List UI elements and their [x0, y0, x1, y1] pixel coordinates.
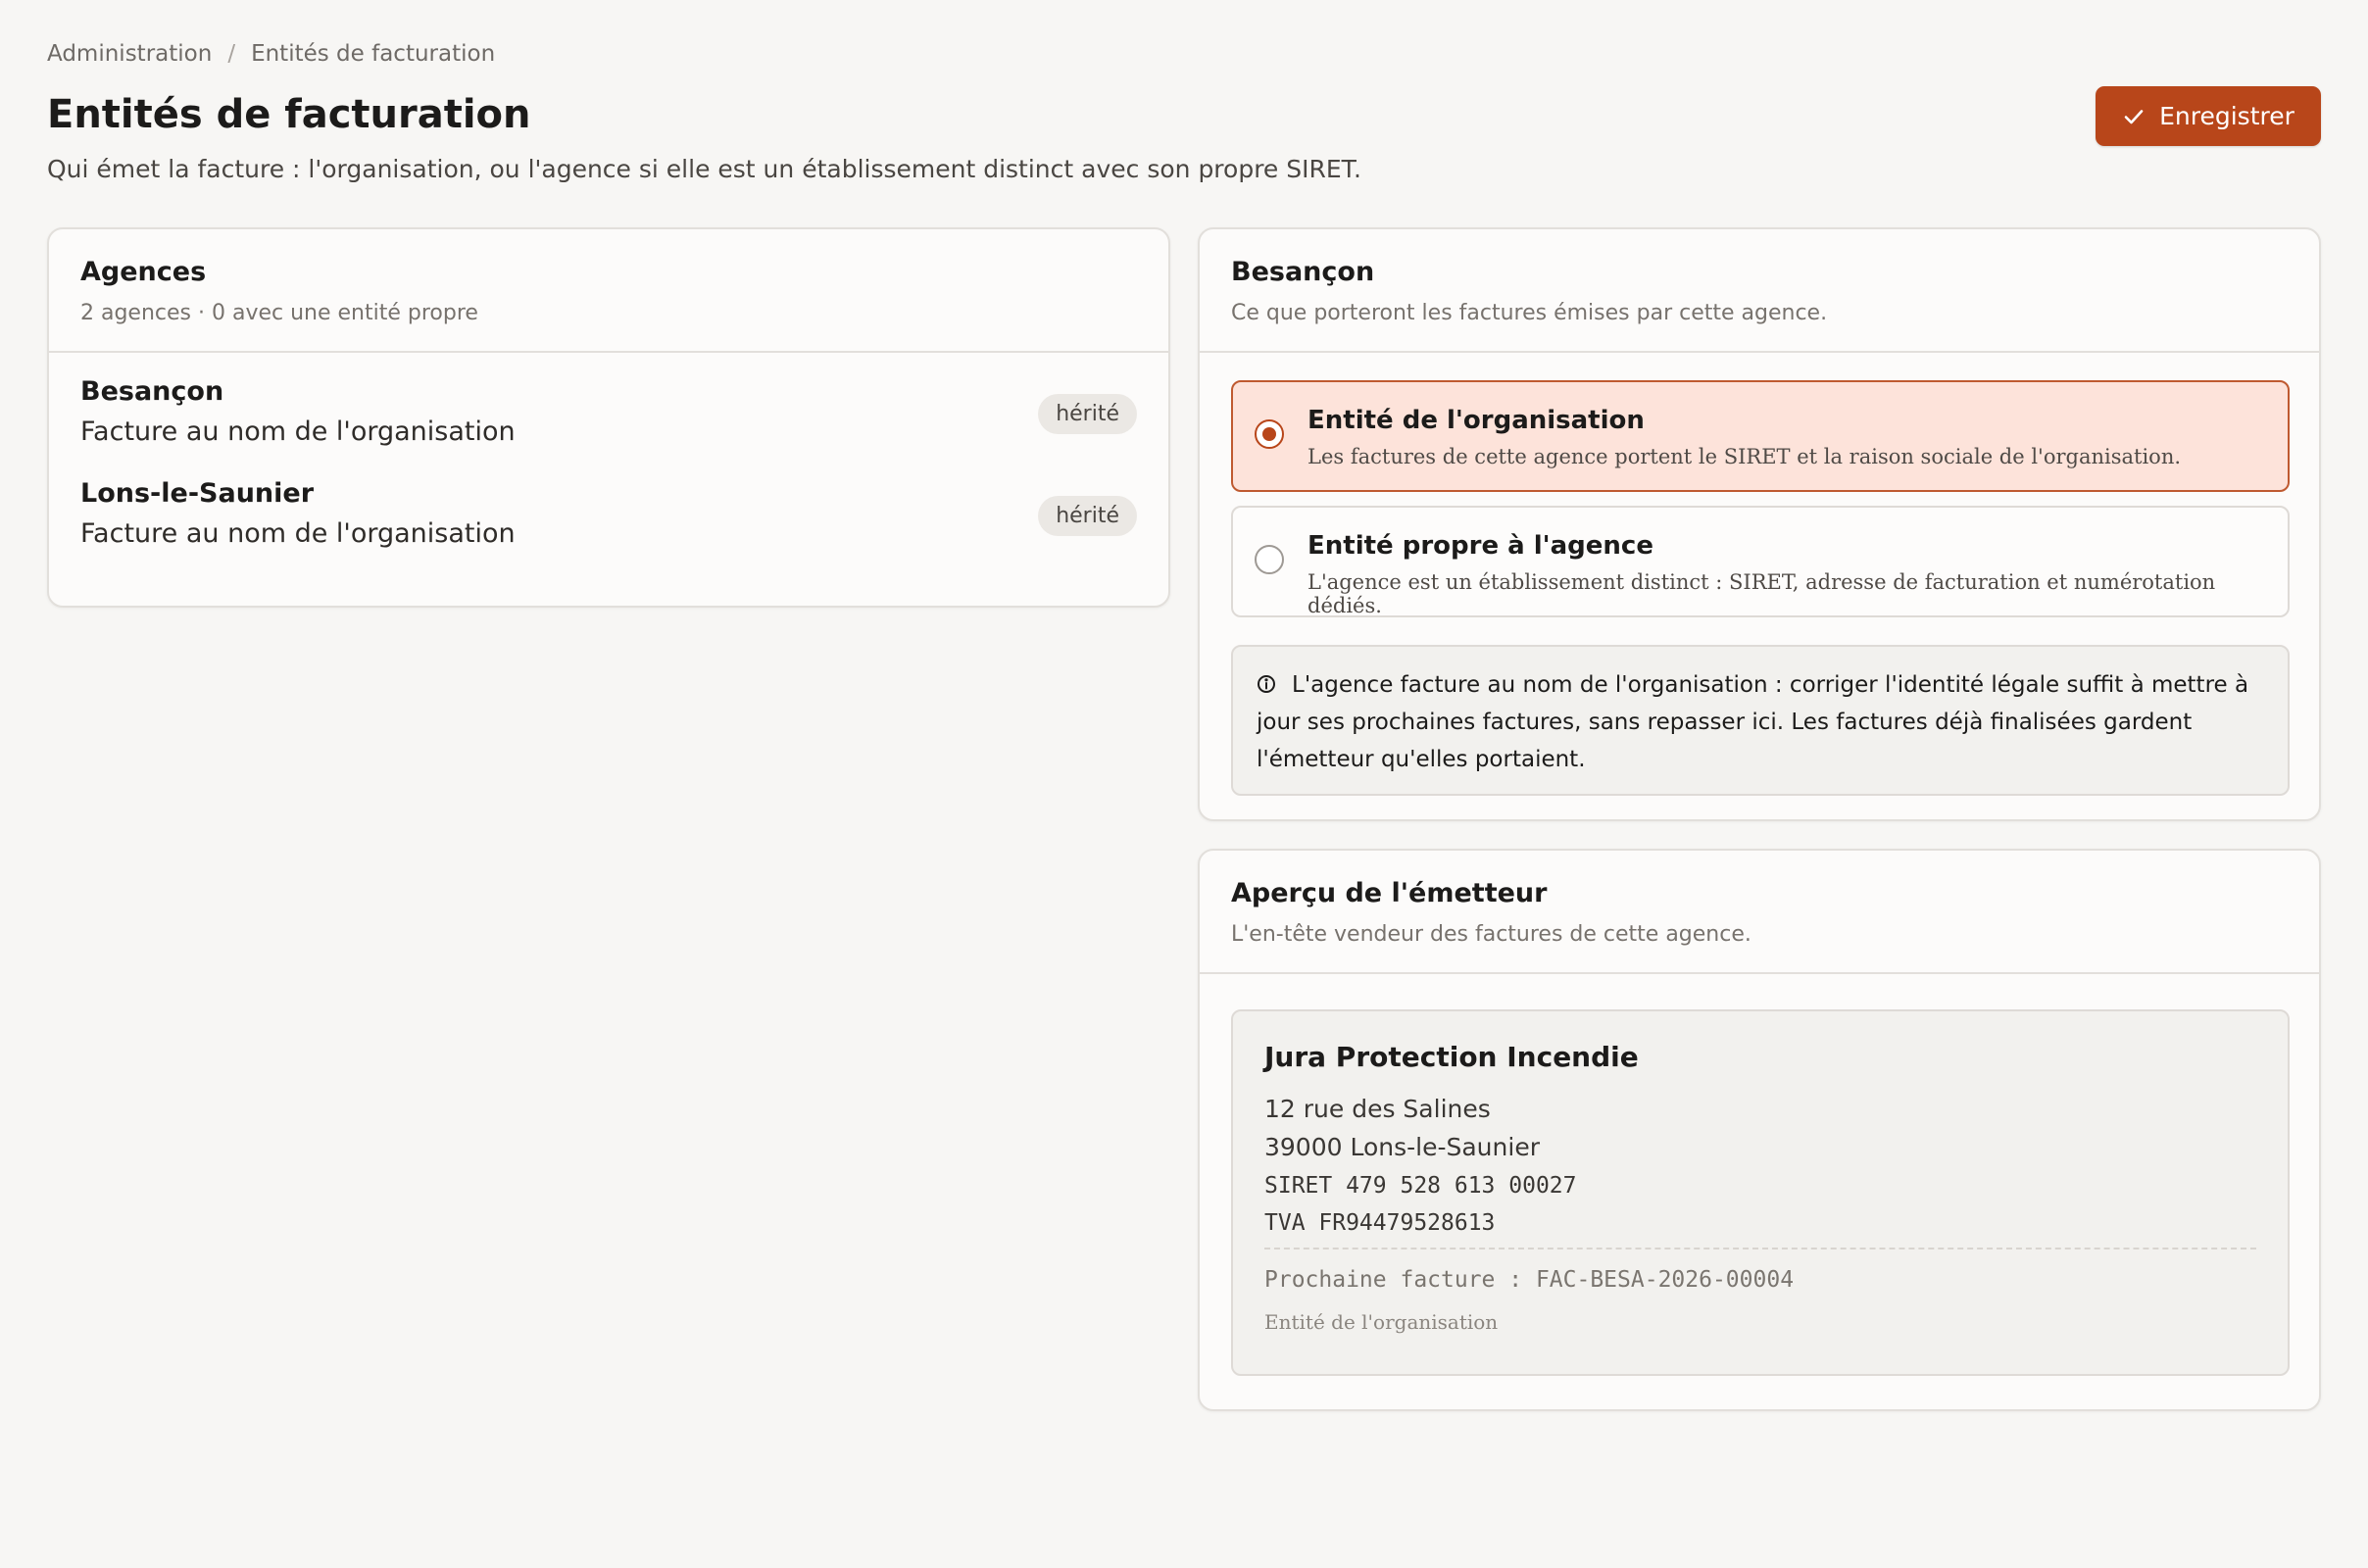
entity-type-note: Entité de l'organisation: [1264, 1310, 1499, 1334]
agencies-card: Agences 2 agences · 0 avec une entité pr…: [47, 227, 1170, 608]
issuer-address-line1: 12 rue des Salines: [1264, 1095, 1491, 1123]
agency-name: Lons-le-Saunier: [80, 478, 315, 509]
page-subtitle: Qui émet la facture : l'organisation, ou…: [47, 155, 1361, 183]
billing-entities-page: Administration / Entités de facturation …: [0, 0, 2368, 1568]
agency-detail-header: Besançon Ce que porteront les factures é…: [1200, 229, 2319, 353]
issuer-preview-title: Aperçu de l'émetteur: [1231, 878, 1548, 908]
inherited-badge: hérité: [1038, 496, 1137, 536]
issuer-siret: SIRET 479 528 613 00027: [1264, 1173, 1577, 1199]
option-agency-own-entity[interactable]: Entité propre à l'agence L'agence est un…: [1231, 506, 2290, 617]
option-description: Les factures de cette agence portent le …: [1307, 445, 2182, 468]
save-button-label: Enregistrer: [2159, 102, 2294, 130]
issuer-preview-description: L'en-tête vendeur des factures de cette …: [1231, 922, 1751, 947]
info-text: L'agence facture au nom de l'organisatio…: [1257, 672, 2249, 772]
agency-subtitle: Facture au nom de l'organisation: [80, 416, 516, 447]
issuer-preview-header: Aperçu de l'émetteur L'en-tête vendeur d…: [1200, 851, 2319, 974]
inherited-badge: hérité: [1038, 394, 1137, 434]
dashed-divider: [1264, 1248, 2256, 1250]
issuer-name: Jura Protection Incendie: [1264, 1041, 1639, 1073]
agency-name: Besançon: [80, 376, 224, 407]
option-title: Entité propre à l'agence: [1307, 531, 1653, 561]
option-organisation-entity[interactable]: Entité de l'organisation Les factures de…: [1231, 380, 2290, 492]
agency-subtitle: Facture au nom de l'organisation: [80, 518, 516, 549]
issuer-tva: TVA FR94479528613: [1264, 1210, 1496, 1236]
issuer-preview-card: Aperçu de l'émetteur L'en-tête vendeur d…: [1198, 849, 2321, 1411]
option-title: Entité de l'organisation: [1307, 406, 1645, 435]
page-title: Entités de facturation: [47, 92, 531, 137]
agency-detail-description: Ce que porteront les factures émises par…: [1231, 301, 1828, 325]
issuer-header-preview: Jura Protection Incendie 12 rue des Sali…: [1231, 1009, 2290, 1376]
agency-item-besancon[interactable]: Besançon Facture au nom de l'organisatio…: [49, 353, 1168, 478]
info-icon: [1258, 675, 1275, 693]
breadcrumb-separator: /: [227, 41, 236, 67]
agencies-title: Agences: [80, 257, 207, 287]
breadcrumb-item-administration[interactable]: Administration: [47, 41, 212, 67]
agency-detail-title: Besançon: [1231, 257, 1375, 287]
agency-item-lons-le-saunier[interactable]: Lons-le-Saunier Facture au nom de l'orga…: [49, 478, 1168, 604]
agency-detail-card: Besançon Ce que porteront les factures é…: [1198, 227, 2321, 821]
issuer-address-line2: 39000 Lons-le-Saunier: [1264, 1133, 1540, 1161]
info-callout: L'agence facture au nom de l'organisatio…: [1231, 645, 2290, 796]
radio-unselected[interactable]: [1255, 545, 1284, 574]
breadcrumb: Administration / Entités de facturation: [47, 41, 495, 67]
breadcrumb-item-current: Entités de facturation: [251, 41, 496, 67]
next-invoice-number: Prochaine facture : FAC-BESA-2026-00004: [1264, 1267, 1795, 1293]
radio-selected[interactable]: [1255, 419, 1284, 449]
save-button[interactable]: Enregistrer: [2096, 86, 2321, 146]
option-description: L'agence est un établissement distinct :…: [1307, 570, 2216, 617]
agencies-summary: 2 agences · 0 avec une entité propre: [80, 301, 478, 325]
agencies-card-header: Agences 2 agences · 0 avec une entité pr…: [49, 229, 1168, 353]
check-icon: [2124, 109, 2144, 123]
